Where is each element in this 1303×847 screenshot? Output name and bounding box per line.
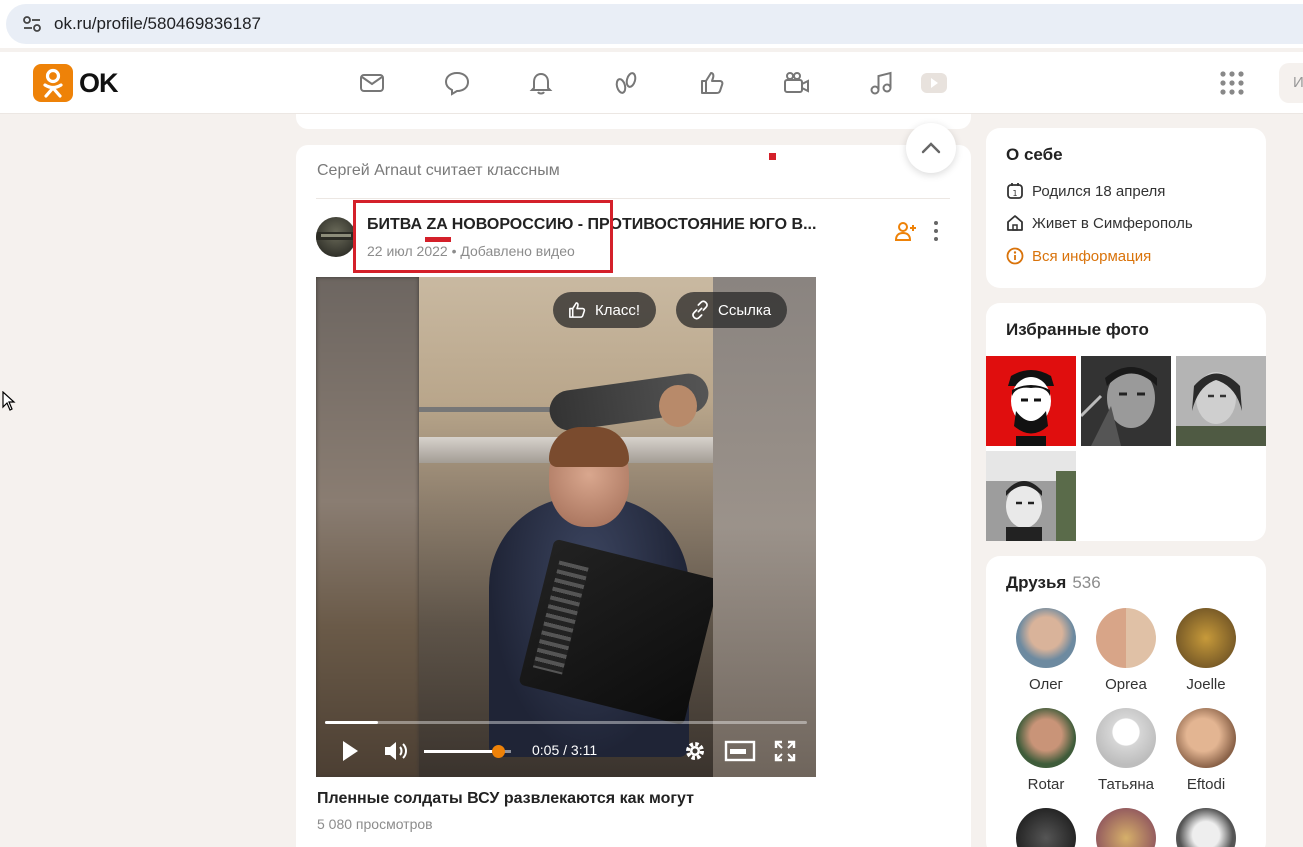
all-info-link[interactable]: Вся информация <box>1006 247 1151 265</box>
avatar <box>1096 608 1156 668</box>
volume-slider[interactable] <box>424 745 511 758</box>
friend-item[interactable]: Joelle <box>1166 608 1246 693</box>
video-blur-left <box>316 277 419 777</box>
avatar <box>1096 708 1156 768</box>
volume-knob[interactable] <box>491 745 505 758</box>
mini-player-icon[interactable] <box>724 737 756 765</box>
music-icon[interactable] <box>866 68 896 98</box>
friends-count: 536 <box>1072 573 1101 592</box>
video-frame <box>419 277 713 777</box>
site-info-icon[interactable] <box>22 15 42 33</box>
scroll-to-top-button[interactable] <box>906 123 956 173</box>
photo-thumbnail[interactable] <box>986 451 1076 541</box>
friend-item[interactable] <box>1006 808 1086 847</box>
annotation-highlight-box <box>353 200 613 273</box>
friend-item[interactable]: Oprea <box>1086 608 1166 693</box>
play-icon[interactable] <box>338 737 362 765</box>
birthday-row: 1 Родился 18 апреля <box>1006 182 1165 200</box>
video-title[interactable]: Пленные солдаты ВСУ развлекаются как мог… <box>317 790 694 808</box>
home-icon <box>1007 215 1023 231</box>
avatar <box>1176 708 1236 768</box>
like-icon[interactable] <box>697 68 727 98</box>
chat-icon[interactable] <box>442 68 472 98</box>
video-link-label: Ссылка <box>718 301 772 319</box>
avatar <box>1016 708 1076 768</box>
friend-item[interactable]: Eftodi <box>1166 708 1246 793</box>
mail-icon[interactable] <box>357 68 387 98</box>
video-like-label: Класс! <box>595 301 640 319</box>
favorite-photos-card: Избранные фото <box>986 303 1266 541</box>
avatar <box>1096 808 1156 847</box>
video-controls: 0:05 / 3:11 <box>316 733 816 769</box>
mouse-cursor-icon <box>2 391 16 411</box>
add-friend-icon[interactable] <box>894 219 918 243</box>
thumbs-up-icon <box>569 302 586 318</box>
liked-by-text[interactable]: Сергей Arnaut считает классным <box>317 162 560 180</box>
ok-logo[interactable]: OK <box>33 64 118 102</box>
bell-icon[interactable] <box>526 68 556 98</box>
annotation-underline <box>425 237 451 242</box>
avatar <box>1016 608 1076 668</box>
address-url[interactable]: ok.ru/profile/580469836187 <box>54 14 261 34</box>
chevron-up-icon <box>921 142 941 154</box>
photo-thumbnail[interactable] <box>1081 356 1171 446</box>
video-player[interactable]: Класс! Ссылка 0:05 / 3:11 <box>316 277 816 777</box>
annotation-dot <box>769 153 776 160</box>
author-avatar[interactable] <box>316 217 356 257</box>
video-link-button[interactable]: Ссылка <box>676 292 788 328</box>
photo-thumbnail[interactable] <box>986 356 1076 446</box>
svg-text:1: 1 <box>1012 189 1017 198</box>
video-play-icon[interactable] <box>918 68 948 98</box>
browser-toolbar: ok.ru/profile/580469836187 <box>0 0 1303 48</box>
calendar-icon: 1 <box>1007 183 1023 199</box>
friend-item[interactable] <box>1166 808 1246 847</box>
ok-logo-icon <box>33 64 73 102</box>
friend-item[interactable] <box>1086 808 1166 847</box>
video-like-button[interactable]: Класс! <box>553 292 656 328</box>
video-blur-right <box>713 277 816 777</box>
video-camera-icon[interactable] <box>781 68 811 98</box>
about-card: О себе 1 Родился 18 апреля Живет в Симфе… <box>986 128 1266 288</box>
info-icon <box>1006 247 1024 265</box>
fullscreen-icon[interactable] <box>772 737 798 765</box>
address-bar[interactable]: ok.ru/profile/580469836187 <box>6 4 1303 44</box>
divider <box>316 198 950 199</box>
photos-title: Избранные фото <box>1006 320 1149 339</box>
video-progress-fill <box>325 721 379 724</box>
about-title: О себе <box>1006 145 1063 164</box>
link-icon <box>692 300 708 320</box>
settings-gear-icon[interactable] <box>682 737 708 765</box>
city-row: Живет в Симферополь <box>1006 214 1193 232</box>
site-header: OK И <box>0 52 1303 114</box>
avatar <box>1176 608 1236 668</box>
friends-title[interactable]: Друзья 536 <box>1006 573 1101 593</box>
video-progress-bar[interactable] <box>325 721 807 724</box>
friend-item[interactable]: Олег <box>1006 608 1086 693</box>
search-input[interactable]: И <box>1279 63 1303 103</box>
friend-item[interactable]: Rotar <box>1006 708 1086 793</box>
video-time: 0:05 / 3:11 <box>532 742 598 758</box>
volume-icon[interactable] <box>382 737 410 765</box>
photo-thumbnail[interactable] <box>1176 356 1266 446</box>
video-views: 5 080 просмотров <box>317 816 433 832</box>
friends-card: Друзья 536 Олег Oprea Joelle Rotar Татьян… <box>986 556 1266 847</box>
apps-grid-icon[interactable] <box>1218 69 1246 97</box>
friend-item[interactable]: Татьяна <box>1086 708 1166 793</box>
avatar <box>1176 808 1236 847</box>
ok-logo-text: OK <box>79 67 118 98</box>
previous-feed-card <box>296 114 971 129</box>
avatar <box>1016 808 1076 847</box>
more-options-icon[interactable] <box>928 219 944 243</box>
guests-icon[interactable] <box>611 68 641 98</box>
volume-fill <box>424 750 498 753</box>
